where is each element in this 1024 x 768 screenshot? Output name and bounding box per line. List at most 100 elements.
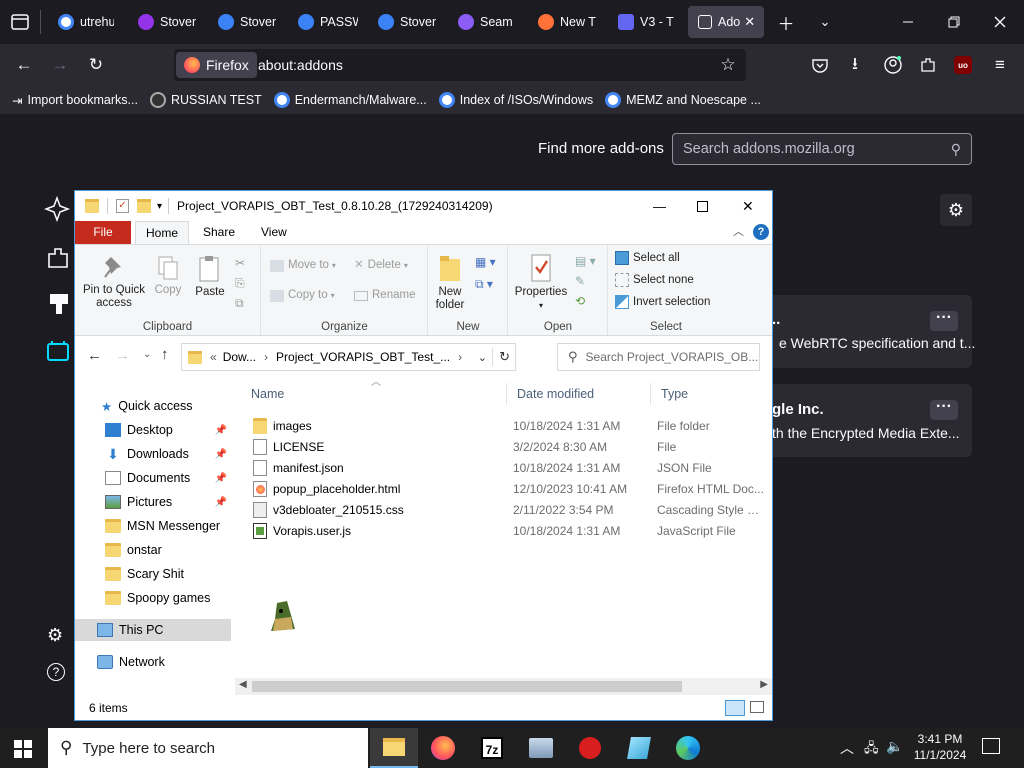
nav-msn-messenger[interactable]: MSN Messenger (75, 515, 231, 537)
column-header-date[interactable]: Date modified (507, 383, 651, 405)
address-bar[interactable]: « Dow... › Project_VORAPIS_OBT_Test_... … (181, 343, 516, 371)
tab-list-icon[interactable] (10, 12, 30, 32)
star-icon[interactable]: ☆ (718, 55, 738, 75)
collapse-ribbon-icon[interactable]: ︿ (733, 223, 744, 239)
new-item-icon[interactable]: ▦ ▾ (475, 251, 496, 273)
close-icon[interactable]: ✕ (742, 198, 754, 215)
up-icon[interactable]: ↑ (161, 346, 169, 363)
ublock-origin-icon[interactable]: uo (954, 56, 972, 74)
forward-icon[interactable]: → (50, 55, 70, 75)
invert-selection-button[interactable]: Invert selection (615, 295, 710, 309)
paste-button[interactable]: Paste (193, 255, 227, 299)
nav-quick-access[interactable]: ★ Quick access (75, 395, 231, 417)
volume-icon[interactable]: 🔈 (886, 738, 903, 755)
breadcrumb-project[interactable]: Project_VORAPIS_OBT_Test_... (276, 350, 450, 364)
qat-dropdown-icon[interactable]: ▾ (157, 201, 162, 212)
close-window-icon[interactable] (990, 12, 1010, 32)
properties-button[interactable]: Properties ▾ (513, 253, 569, 312)
browser-tab[interactable]: Stover (208, 6, 278, 38)
taskbar-file-explorer[interactable] (370, 728, 418, 768)
restore-icon[interactable] (944, 12, 964, 32)
nav-scary-shit[interactable]: Scary Shit (75, 563, 231, 585)
back-icon[interactable]: ← (14, 55, 34, 75)
select-all-button[interactable]: Select all (615, 251, 680, 265)
taskbar-app[interactable] (566, 728, 614, 768)
taskbar-app[interactable] (615, 728, 663, 768)
nav-spoopy-games[interactable]: Spoopy games (75, 587, 231, 609)
copy-button[interactable]: Copy (153, 255, 183, 297)
addon-options-button[interactable]: ··· (930, 399, 958, 420)
addon-card[interactable] (740, 295, 972, 368)
new-folder-button[interactable]: New folder (433, 253, 467, 312)
extensions-icon[interactable] (918, 55, 938, 75)
close-tab-icon[interactable]: ✕ (744, 14, 755, 30)
move-to-button[interactable]: Move to ▾ (270, 259, 336, 272)
pin-to-quick-access-button[interactable]: Pin to Quick access (81, 255, 147, 310)
large-icons-view-icon[interactable] (750, 701, 764, 713)
details-view-icon[interactable] (725, 700, 745, 716)
addon-options-button[interactable]: ··· (930, 310, 958, 331)
bookmark-item[interactable]: Index of /ISOs/Windows (438, 92, 593, 108)
tab-view[interactable]: View (251, 221, 297, 244)
tab-share[interactable]: Share (193, 221, 245, 244)
file-row[interactable]: popup_placeholder.html 12/10/2023 10:41 … (241, 478, 772, 499)
reload-icon[interactable]: ↻ (86, 55, 106, 75)
nav-downloads[interactable]: ⬇ Downloads 📌 (75, 443, 231, 465)
help-icon[interactable]: ? (753, 224, 769, 240)
windows-start-icon[interactable] (14, 740, 32, 761)
recommendations-icon[interactable] (43, 195, 72, 227)
forward-icon[interactable]: → (115, 347, 130, 364)
chevron-up-icon[interactable]: ︿ (840, 738, 854, 758)
identity-box[interactable]: Firefox (176, 52, 257, 78)
extensions-nav-icon[interactable] (46, 246, 70, 273)
breadcrumb-downloads[interactable]: Dow... (223, 350, 256, 364)
taskbar-7zip[interactable]: 7z (468, 728, 516, 768)
column-header-type[interactable]: Type (651, 383, 772, 405)
browser-tab[interactable]: PASSW (288, 6, 358, 38)
new-folder-qat-icon[interactable] (137, 199, 151, 213)
settings-gear-icon[interactable]: ⚙ (47, 625, 63, 646)
explorer-search-input[interactable]: ⚲ Search Project_VORAPIS_OB... (557, 343, 760, 371)
nav-documents[interactable]: Documents 📌 (75, 467, 231, 489)
column-header-name[interactable]: Name (241, 383, 507, 405)
browser-tab[interactable]: V3 - T (608, 6, 678, 38)
hamburger-menu-icon[interactable]: ≡ (990, 55, 1010, 75)
bookmark-import[interactable]: ⇥ Import bookmarks... (12, 93, 138, 108)
minimize-icon[interactable]: — (653, 199, 666, 214)
pocket-icon[interactable] (810, 55, 830, 75)
edit-icon[interactable]: ✎ (575, 271, 596, 291)
plugins-nav-icon[interactable] (46, 340, 70, 365)
download-icon[interactable]: ⭳ (845, 54, 865, 75)
cut-icon[interactable]: ✂ (235, 253, 245, 273)
easy-access-icon[interactable]: ⧉ ▾ (475, 273, 496, 295)
properties-qat-icon[interactable]: ✓ (116, 199, 129, 213)
scroll-right-icon[interactable]: ▶ (760, 679, 768, 690)
tab-file[interactable]: File (75, 221, 131, 244)
network-status-icon[interactable]: 🖧 (864, 739, 879, 761)
paste-shortcut-icon[interactable]: ⧉ (235, 293, 245, 313)
new-tab-icon[interactable]: ＋ (776, 12, 796, 34)
browser-tab[interactable]: New T (528, 6, 598, 38)
nav-pictures[interactable]: Pictures 📌 (75, 491, 231, 513)
open-icon[interactable]: ▤ ▾ (575, 251, 596, 271)
nav-this-pc[interactable]: This PC (75, 619, 231, 641)
minimize-icon[interactable] (898, 12, 918, 32)
addon-card[interactable] (740, 384, 972, 457)
copy-path-icon[interactable]: ⎘ (235, 273, 245, 293)
scroll-left-icon[interactable]: ◀ (239, 679, 247, 690)
account-icon[interactable] (883, 55, 903, 75)
bookmark-item[interactable]: RUSSIAN TEST (149, 92, 262, 108)
help-icon[interactable]: ? (47, 663, 65, 681)
taskbar-edge[interactable] (664, 728, 712, 768)
taskbar-clock[interactable]: 3:41 PM 11/1/2024 (908, 731, 972, 763)
delete-button[interactable]: ✕ Delete ▾ (354, 259, 408, 272)
bookmark-item[interactable]: MEMZ and Noescape ... (605, 92, 761, 108)
file-row[interactable]: LICENSE 3/2/2024 8:30 AM File (241, 436, 772, 457)
bookmark-item[interactable]: Endermanch/Malware... (273, 92, 427, 108)
browser-tab[interactable]: Stover (128, 6, 198, 38)
browser-tab-active[interactable]: Ado ✕ (688, 6, 764, 38)
back-icon[interactable]: ← (87, 347, 102, 364)
horizontal-scrollbar[interactable]: ◀ ▶ (235, 678, 772, 695)
browser-tab[interactable]: Stover (368, 6, 438, 38)
file-row[interactable]: Vorapis.user.js 10/18/2024 1:31 AM JavaS… (241, 520, 772, 541)
